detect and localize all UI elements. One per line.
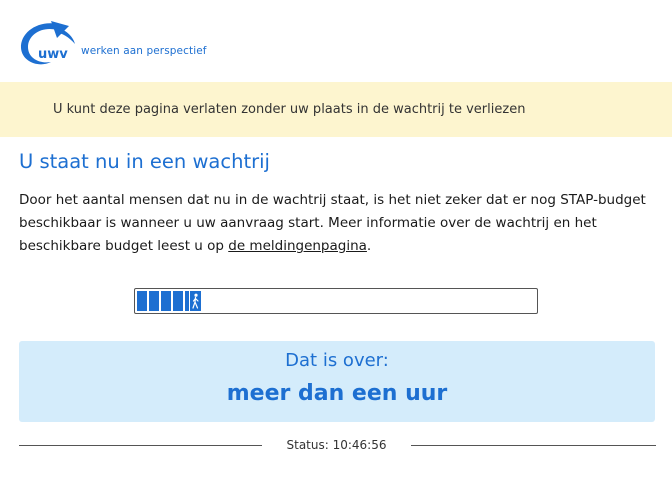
intro-end: . [366, 238, 372, 254]
wait-label: Dat is over: [285, 350, 389, 371]
uwv-logo[interactable]: uwv [17, 18, 79, 70]
logo-text: uwv [38, 47, 68, 62]
notice-text: U kunt deze pagina verlaten zonder uw pl… [53, 102, 526, 117]
notice-banner: U kunt deze pagina verlaten zonder uw pl… [0, 82, 672, 137]
status-divider-right [411, 445, 656, 446]
walking-person-icon [190, 291, 201, 311]
status-row: Status: 10:46:56 [19, 436, 656, 454]
progress-fill [137, 291, 189, 311]
tagline: werken aan perspectief [81, 45, 207, 57]
status-text: Status: 10:46:56 [286, 438, 387, 452]
queue-progress-bar [134, 288, 538, 314]
meldingen-link[interactable]: de meldingenpagina [228, 238, 367, 254]
intro-paragraph: Door het aantal mensen dat nu in de wach… [19, 189, 659, 258]
page-title: U staat nu in een wachtrij [19, 150, 270, 173]
wait-time: meer dan een uur [226, 381, 448, 406]
wait-time-box: Dat is over: meer dan een uur [19, 341, 655, 422]
status-divider-left [19, 445, 262, 446]
progress-track [137, 291, 535, 311]
site-header: uwv werken aan perspectief [0, 0, 672, 82]
uwv-logo-icon: uwv [20, 21, 75, 65]
